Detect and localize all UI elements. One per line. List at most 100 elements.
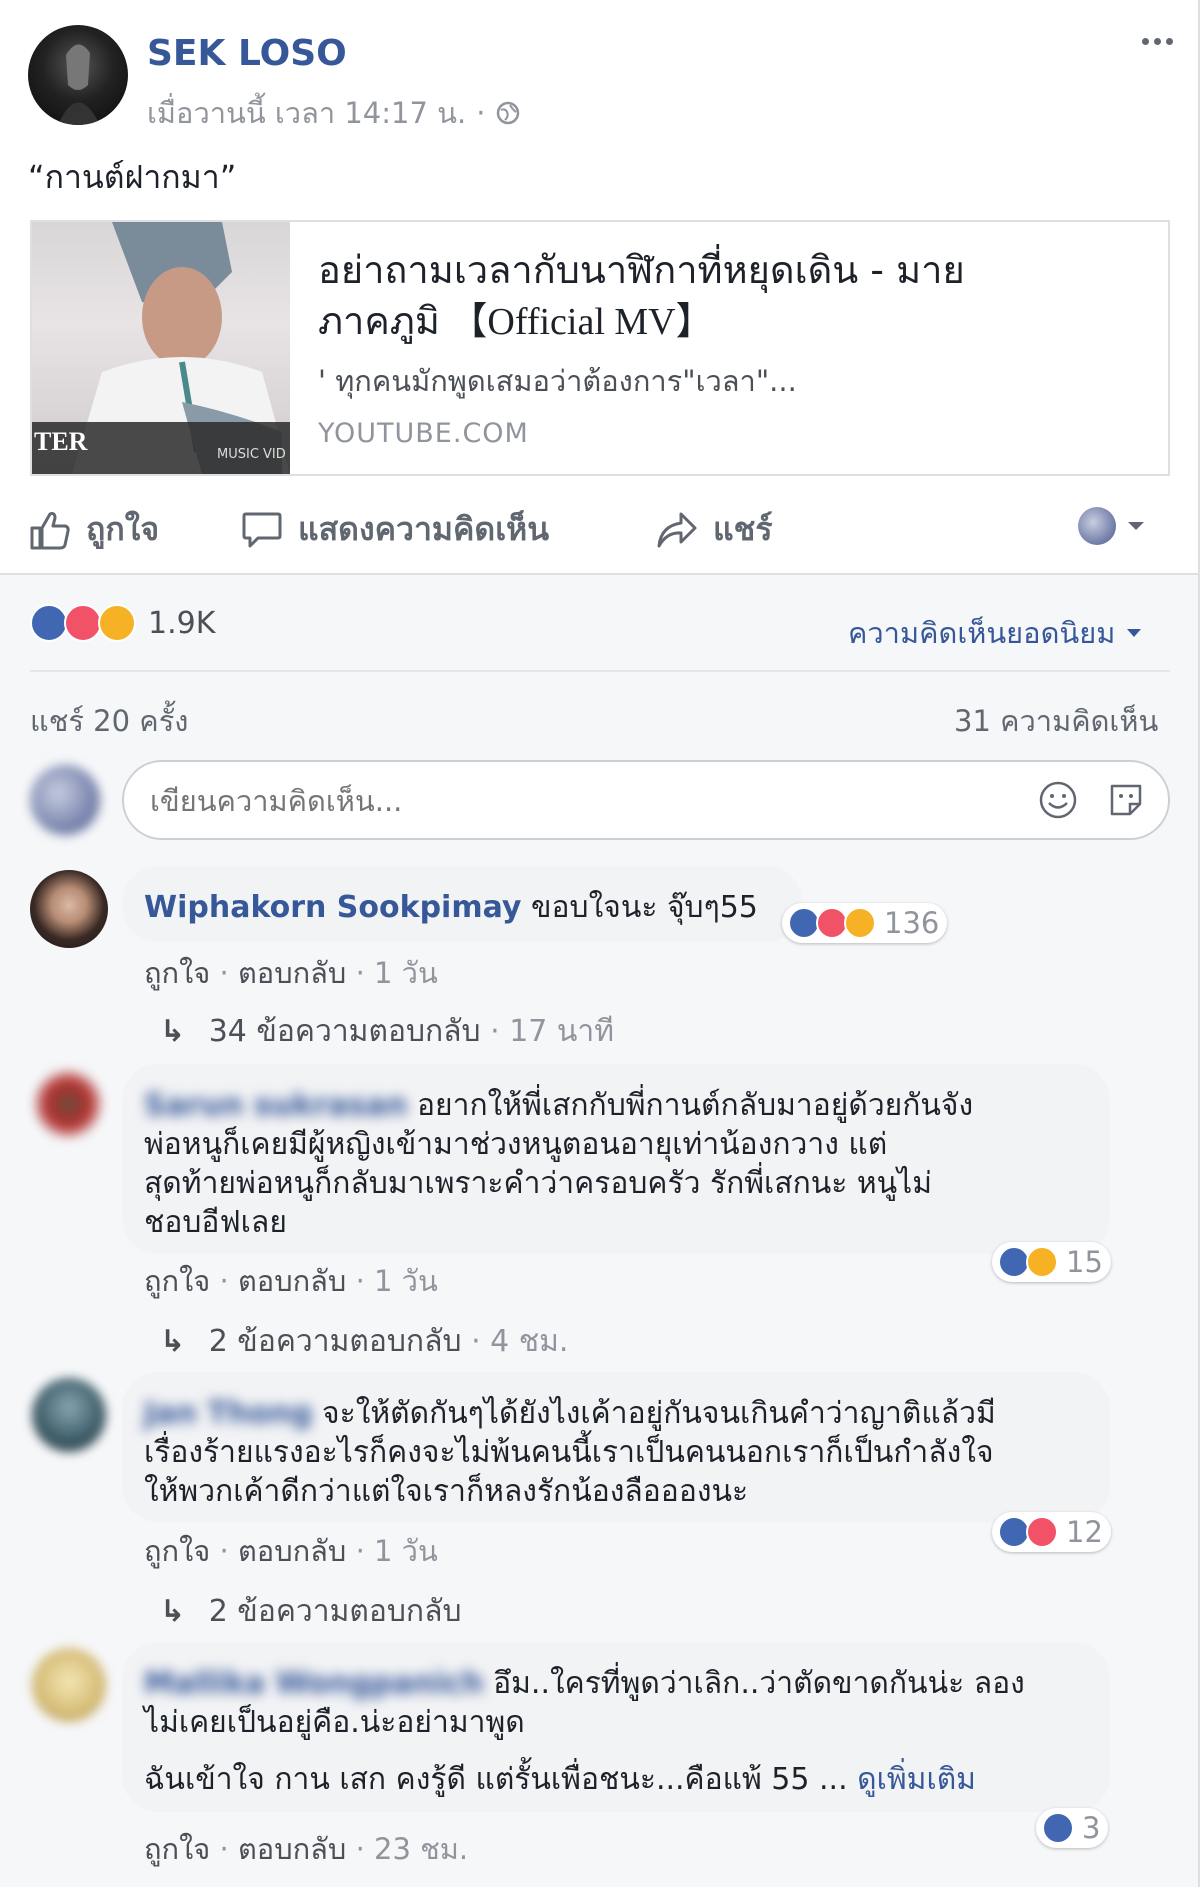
see-more-link[interactable]: ดูเพิ่มเติม (857, 1762, 976, 1797)
author-avatar-image (58, 44, 100, 125)
comment-action[interactable]: แสดงความคิดเห็น (240, 504, 549, 555)
comment-reaction-count: 15 (1066, 1245, 1103, 1279)
comment-body: Jan Thong จะให้ตัดกันๆได้ยังไงเค้าอยู่กั… (144, 1394, 996, 1511)
author-avatar[interactable] (28, 25, 128, 125)
link-domain: YOUTUBE.COM (318, 418, 529, 449)
thumbnail-caption-right: MUSIC VID (217, 447, 286, 462)
thumbs-up-icon (30, 511, 70, 549)
comment-reply-link[interactable]: ตอบกลับ (238, 956, 346, 990)
meta-dot: · (355, 1264, 365, 1298)
haha-reaction-icon (98, 604, 136, 642)
comment-text-line2: เรื่องร้ายแรงอะไรก็คงจะไม่พ้นคนนี้เราเป็… (144, 1435, 994, 1470)
comment-text-line3: สุดท้ายพ่อหนูก็กลับมาเพราะคำว่าครอบครัว … (144, 1166, 933, 1201)
comment-age[interactable]: 1 วัน (374, 1264, 438, 1298)
commenter-name[interactable]: Jan Thong (144, 1396, 312, 1431)
comment-age[interactable]: 23 ชม. (374, 1832, 468, 1866)
comment-input[interactable] (148, 776, 932, 826)
comment-reactions[interactable]: 136 (782, 903, 948, 943)
comment-like-link[interactable]: ถูกใจ (144, 956, 210, 990)
reaction-count: 1.9K (148, 605, 216, 641)
comment-text: ขอบใจนะ จุ๊บๆ55 (531, 890, 758, 925)
summary-divider (30, 670, 1170, 672)
view-replies[interactable]: ↳ 34 ข้อความตอบกลับ · 17 นาที (160, 1008, 614, 1055)
reaction-summary[interactable]: 1.9K (30, 604, 215, 642)
haha-reaction-icon (844, 907, 876, 939)
post-timestamp[interactable]: เมื่อวานนี้ เวลา 14:17 น. (147, 90, 466, 136)
comment-body: Mallika Wongpanich อึม..ใครที่พูดว่าเลิก… (144, 1664, 1025, 1799)
viewer-avatar (30, 765, 100, 835)
comment-like-link[interactable]: ถูกใจ (144, 1832, 210, 1866)
link-title-line1: อย่าถามเวลากับนาฬิกาที่หยุดเดิน - มาย (318, 248, 965, 292)
link-preview[interactable]: TER MUSIC VID อย่าถามเวลากับนาฬิกาที่หยุ… (30, 220, 1170, 476)
comment-text-line4: ชอบอีฟเลย (144, 1205, 287, 1240)
comment-age[interactable]: 1 วัน (374, 956, 438, 990)
comment-reply-link[interactable]: ตอบกลับ (238, 1832, 346, 1866)
comment-text-line3: ให้พวกเค้าดีกว่าแต่ใจเราก็หลงรักน้องลืออ… (144, 1474, 749, 1509)
timestamp-separator: · (476, 96, 486, 130)
thumbnail-caption-left: TER (34, 427, 88, 456)
sad-reaction-icon (1026, 1246, 1058, 1278)
meta-dot: · (219, 1832, 229, 1866)
comment-text-line1: จะให้ตัดกันๆได้ยังไงเค้าอยู่กันจนเกินคำว… (322, 1396, 996, 1431)
chevron-down-icon (1128, 522, 1144, 530)
comment-text-line1: อยากให้พี่เสกกับพี่กานต์กลับมาอยู่ด้วยกั… (417, 1088, 974, 1123)
comment-avatar[interactable] (30, 870, 108, 948)
emoji-icon[interactable] (1038, 780, 1078, 820)
like-reaction-icon (1042, 1812, 1074, 1844)
comment-like-link[interactable]: ถูกใจ (144, 1264, 210, 1298)
love-reaction-icon (1026, 1516, 1058, 1548)
comment-body: Wiphakorn Sookpimay ขอบใจนะ จุ๊บๆ55 (144, 888, 758, 927)
audience-selector[interactable] (1078, 507, 1146, 545)
comment-composer[interactable] (122, 760, 1170, 840)
post-text: “กานต์ฝากมา” (28, 158, 237, 196)
comment-reactions[interactable]: 12 (992, 1512, 1111, 1552)
reply-arrow-icon: ↳ (160, 1594, 186, 1629)
comment-sort-label: ความคิดเห็นยอดนิยม (848, 616, 1116, 650)
comment-reaction-count: 136 (884, 906, 940, 940)
comment-meta: ถูกใจ · ตอบกลับ · 23 ชม. (144, 1826, 468, 1872)
comment-like-link[interactable]: ถูกใจ (144, 1534, 210, 1568)
like-action[interactable]: ถูกใจ (28, 504, 159, 555)
comment-bubble-icon (242, 512, 282, 547)
comment-count[interactable]: 31 ความคิดเห็น (954, 698, 1158, 744)
comment-reaction-count: 12 (1066, 1515, 1103, 1549)
commenter-name[interactable]: Mallika Wongpanich (144, 1666, 484, 1701)
comment-age[interactable]: 1 วัน (374, 1534, 438, 1568)
view-replies[interactable]: ↳ 2 ข้อความตอบกลับ · 4 ชม. (160, 1318, 568, 1365)
share-count[interactable]: แชร์ 20 ครั้ง (30, 698, 188, 744)
comment-avatar[interactable] (32, 1648, 106, 1722)
commenter-name[interactable]: Sarun sukrasan (144, 1088, 407, 1123)
comment-text-line3: ฉันเข้าใจ กาน เสก คงรู้ดี แต่รั้นเพื่อชน… (144, 1762, 848, 1797)
view-replies[interactable]: ↳ 2 ข้อความตอบกลับ (160, 1588, 462, 1635)
comment-reactions[interactable]: 15 (992, 1242, 1111, 1282)
more-dots-icon[interactable] (1142, 38, 1173, 45)
comment-reaction-count: 3 (1082, 1811, 1101, 1845)
comment-meta: ถูกใจ · ตอบกลับ · 1 วัน (144, 1258, 438, 1304)
comment-text-line2: ไม่เคยเป็นอยู่คือ.น่ะอย่ามาพูด (144, 1705, 525, 1740)
link-thumbnail[interactable]: TER MUSIC VID (32, 222, 290, 474)
post-timestamp-row: เมื่อวานนี้ เวลา 14:17 น. · (147, 90, 521, 136)
reply-count: 2 ข้อความตอบกลับ (208, 1324, 462, 1359)
comment-avatar[interactable] (32, 1378, 106, 1452)
meta-dot: · (219, 1534, 229, 1568)
link-description: ' ทุกคนมักพูดเสมอว่าต้องการ"เวลา"... (318, 364, 797, 398)
share-action[interactable]: แชร์ (655, 504, 773, 555)
comment-reply-link[interactable]: ตอบกลับ (238, 1534, 346, 1568)
author-name[interactable]: SEK LOSO (147, 33, 347, 74)
comment-avatar[interactable] (34, 1070, 102, 1138)
like-label: ถูกใจ (86, 510, 160, 548)
comment-sort-dropdown[interactable]: ความคิดเห็นยอดนิยม (848, 610, 1143, 656)
commenter-name[interactable]: Wiphakorn Sookpimay (144, 890, 521, 925)
meta-dot: · (355, 956, 365, 990)
reply-arrow-icon: ↳ (160, 1324, 186, 1359)
sticker-icon[interactable] (1106, 780, 1146, 820)
comment-meta: ถูกใจ · ตอบกลับ · 1 วัน (144, 1528, 438, 1574)
comment-reactions[interactable]: 3 (1036, 1808, 1109, 1848)
meta-dot: · (355, 1832, 365, 1866)
meta-dot: · (219, 1264, 229, 1298)
comment-reply-link[interactable]: ตอบกลับ (238, 1264, 346, 1298)
post-card: SEK LOSO เมื่อวานนี้ เวลา 14:17 น. · “กา… (0, 0, 1200, 1887)
share-label: แชร์ (713, 510, 773, 548)
meta-dot: · (355, 1534, 365, 1568)
link-title[interactable]: อย่าถามเวลากับนาฬิกาที่หยุดเดิน - มาย ภา… (318, 244, 965, 348)
